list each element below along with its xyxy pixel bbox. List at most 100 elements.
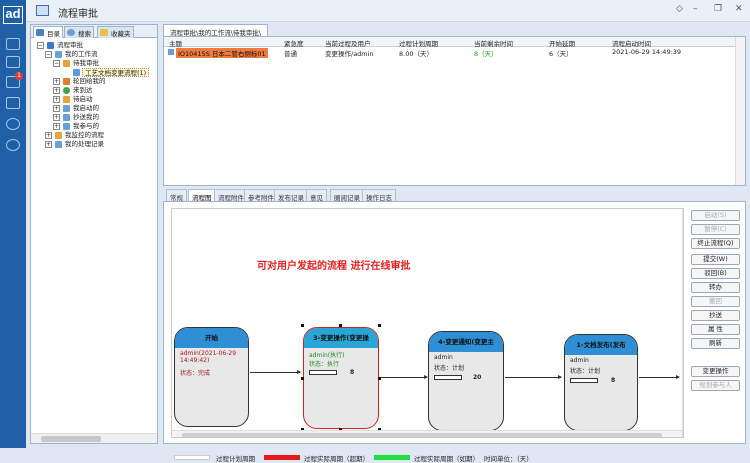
tree-item[interactable]: 来到达 — [73, 86, 93, 95]
tree-pending-item[interactable]: 工艺文档变更流程(1) — [82, 68, 150, 77]
tab-release-log[interactable]: 发布记录 — [274, 189, 308, 202]
terminate-button[interactable]: 终止流程(Q) — [691, 238, 740, 249]
change-operation-button[interactable]: 变更操作 — [691, 366, 740, 377]
app-logo: ad — [3, 6, 23, 24]
tab-path[interactable]: 流程审批\我的工作流\待我审批\ — [163, 24, 269, 37]
row-delay: 6（天） — [549, 50, 573, 58]
progress-bar — [434, 375, 462, 380]
tab-review-log[interactable]: 圈阅记录 — [330, 189, 364, 202]
tab-directory[interactable]: 目录 — [33, 26, 63, 38]
selection-handle[interactable] — [378, 324, 381, 327]
selection-handle[interactable] — [301, 377, 304, 380]
close-icon[interactable]: ✕ — [735, 4, 743, 14]
selection-handle[interactable] — [339, 324, 342, 327]
legend-unit: 时间单位：（天） — [484, 455, 533, 463]
node-days: 8 — [350, 369, 355, 376]
window-title: 流程审批 — [58, 9, 98, 20]
scroll-thumb[interactable] — [182, 433, 662, 437]
plan-participants-button[interactable]: 规划参与人 — [691, 380, 740, 391]
horizontal-scrollbar[interactable] — [172, 430, 682, 437]
tree-monitored[interactable]: 我监控的流程 — [65, 131, 104, 140]
pause-button[interactable]: 暂停(C) — [691, 224, 740, 235]
minimize-icon[interactable]: – — [693, 4, 698, 14]
horizontal-scrollbar[interactable] — [31, 433, 157, 443]
node-title: 3-变更操作(变更操 — [304, 328, 378, 348]
tree-my-workflow[interactable]: 我的工作流 — [65, 50, 98, 59]
node-user: admin(2021-06-29 14:49:42) — [180, 350, 237, 364]
monitor-icon[interactable] — [6, 38, 20, 50]
tab-operation-log[interactable]: 操作日志 — [362, 189, 396, 202]
users-icon[interactable] — [6, 118, 20, 130]
folder-icon — [100, 29, 108, 36]
tree-item[interactable]: 我参与的 — [73, 122, 99, 131]
collapse-icon[interactable]: − — [37, 42, 44, 49]
table-row[interactable]: IO10415S 日本二管右侧标01 普通 变更操作/admin 8.00（天）… — [164, 47, 745, 58]
tab-opinions[interactable]: 意见 — [306, 189, 327, 202]
workflow-icon — [55, 51, 62, 58]
legend-label: 过程实际周期（超期） — [304, 455, 369, 463]
properties-button[interactable]: 属 性 — [691, 324, 740, 335]
return-icon — [63, 78, 70, 85]
expand-icon[interactable]: + — [53, 96, 60, 103]
maximize-icon[interactable]: ❐ — [714, 4, 722, 14]
node-title: 4-变更通知(变更主 — [429, 332, 503, 352]
node-title: 开始 — [175, 328, 248, 348]
refresh-button[interactable]: 刷新 — [691, 338, 740, 349]
expand-icon[interactable]: + — [45, 141, 52, 148]
tree-root[interactable]: 流程审批 — [57, 41, 83, 50]
list-header: 主题 紧急度 当前过程及用户 过程计划周期 当前剩余时间 开始延期 流程启动时间 — [164, 37, 745, 48]
left-panel: 目录 搜索 收藏夹 − 流程审批 − 我的工作流 − 待我审批 工艺文档变更流程… — [30, 24, 158, 444]
selection-handle[interactable] — [301, 324, 304, 327]
flow-node-document-release[interactable]: 1-文档发布(发布 admin 状态：计划 8 — [564, 334, 638, 431]
workflow-tree: − 流程审批 − 我的工作流 − 待我审批 工艺文档变更流程(1) + 轮回给我… — [31, 39, 157, 431]
workflow-icon — [47, 42, 54, 49]
tree-item[interactable]: 待启动 — [73, 95, 93, 104]
flow-node-start[interactable]: 开始 admin(2021-06-29 14:49:42) 状态：完成 — [174, 327, 249, 427]
tab-general[interactable]: 常规 — [166, 189, 187, 202]
flow-arrow — [381, 375, 428, 379]
tree-records[interactable]: 我的处理记录 — [65, 140, 104, 149]
restore-icon[interactable]: ◇ — [676, 4, 683, 14]
scroll-thumb[interactable] — [41, 436, 101, 442]
expand-icon[interactable]: + — [53, 123, 60, 130]
side-rail: ad 1 — [0, 0, 26, 448]
expand-icon[interactable]: + — [53, 105, 60, 112]
start-button[interactable]: 启动(S) — [691, 210, 740, 221]
tree-item[interactable]: 抄送我的 — [73, 113, 99, 122]
window-titlebar: 流程审批 ◇ – ❐ ✕ — [26, 0, 750, 22]
transfer-button[interactable]: 转办 — [691, 282, 740, 293]
tree-item[interactable]: 我启动的 — [73, 104, 99, 113]
vertical-scrollbar[interactable] — [735, 37, 745, 185]
path-tabs: 流程审批\我的工作流\待我审批\ — [163, 24, 746, 37]
vertical-scrollbar[interactable] — [682, 209, 683, 437]
tab-favorites[interactable]: 收藏夹 — [97, 26, 134, 38]
tab-attachments[interactable]: 流程附件 — [214, 189, 248, 202]
expand-icon[interactable]: + — [53, 78, 60, 85]
main-area: 流程审批\我的工作流\待我审批\ 主题 紧急度 当前过程及用户 过程计划周期 当… — [163, 24, 746, 463]
cc-button[interactable]: 抄送 — [691, 310, 740, 321]
reject-button[interactable]: 驳回(B) — [691, 268, 740, 279]
node-state: 状态：完成 — [180, 370, 211, 377]
submit-button[interactable]: 提交(W) — [691, 254, 740, 265]
withdraw-button[interactable]: 撤回 — [691, 296, 740, 307]
legend-label: 过程计划周期 — [216, 455, 255, 463]
gear-icon[interactable] — [6, 139, 20, 151]
flow-arrow — [639, 375, 680, 379]
progress-bar — [309, 370, 337, 375]
documents-icon[interactable] — [6, 97, 20, 109]
tab-references[interactable]: 参考附件 — [244, 189, 278, 202]
flow-node-change-operation[interactable]: 3-变更操作(变更操 admin(执行) 状态：执行 8 — [303, 327, 379, 429]
monitor-icon — [55, 132, 62, 139]
tab-search[interactable]: 搜索 — [64, 26, 94, 38]
flow-node-change-notice[interactable]: 4-变更通知(变更主 admin 状态：计划 20 — [428, 331, 504, 431]
row-remain: 8（天） — [474, 50, 498, 58]
collapse-icon[interactable]: − — [53, 60, 60, 67]
expand-icon[interactable]: + — [45, 132, 52, 139]
folder-icon[interactable] — [6, 56, 20, 68]
collapse-icon[interactable]: − — [45, 51, 52, 58]
expand-icon[interactable]: + — [53, 87, 60, 94]
tree-pending[interactable]: 待我审批 — [73, 59, 99, 68]
tree-item[interactable]: 轮回给我的 — [73, 77, 106, 86]
tab-flowchart[interactable]: 流程图 — [188, 189, 216, 202]
expand-icon[interactable]: + — [53, 114, 60, 121]
